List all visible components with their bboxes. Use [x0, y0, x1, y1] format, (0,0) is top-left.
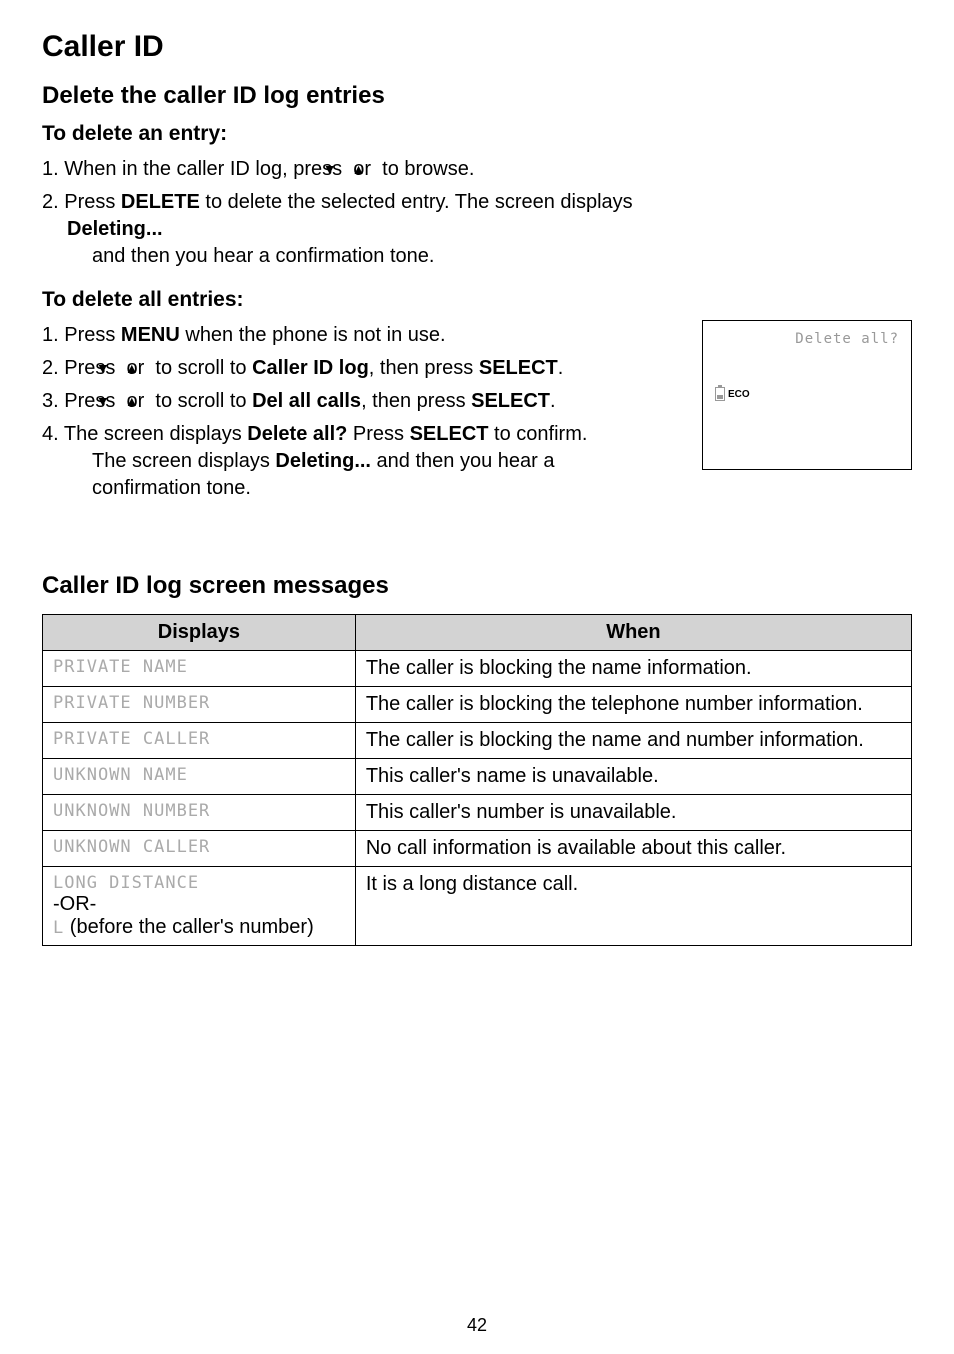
when-cell: The caller is blocking the name informat… — [355, 651, 911, 687]
phone-screen-display: Delete all? ECO — [702, 320, 912, 470]
display-cell: UNKNOWN NAME — [43, 759, 356, 795]
display-cell: PRIVATE CALLER — [43, 723, 356, 759]
when-cell: This caller's number is unavailable. — [355, 795, 911, 831]
delete-entry-step-1: 1. When in the caller ID log, press ▼ or… — [42, 156, 682, 183]
table-row: UNKNOWN NAME This caller's name is unava… — [43, 759, 912, 795]
display-cell: PRIVATE NAME — [43, 651, 356, 687]
table-header-row: Displays When — [43, 615, 912, 651]
delete-all-step-4: 4. The screen displays Delete all? Press… — [42, 421, 682, 502]
table-row: PRIVATE NAME The caller is blocking the … — [43, 651, 912, 687]
eco-label: ECO — [728, 389, 750, 400]
screen-messages-table: Displays When PRIVATE NAME The caller is… — [42, 614, 912, 946]
delete-entry-step-2: 2. Press DELETE to delete the selected e… — [42, 189, 682, 270]
text: , then press — [361, 390, 471, 412]
text-bold: SELECT — [410, 423, 489, 445]
display-lcd-line1: LONG DISTANCE — [53, 873, 345, 893]
text: 2. Press — [42, 191, 121, 213]
delete-entry-subheading: To delete an entry: — [42, 122, 912, 146]
text: . — [558, 357, 564, 379]
text: to confirm. — [489, 423, 588, 445]
text: when the phone is not in use. — [180, 324, 446, 346]
screen-messages-heading: Caller ID log screen messages — [42, 572, 912, 600]
text: Press — [347, 423, 409, 445]
delete-all-step-1: 1. Press MENU when the phone is not in u… — [42, 322, 682, 349]
page-title: Caller ID — [42, 30, 912, 64]
text-bold: Delete all? — [247, 423, 347, 445]
when-cell: It is a long distance call. — [355, 867, 911, 946]
display-cell: LONG DISTANCE -OR- L (before the caller'… — [43, 867, 356, 946]
text: The screen displays Deleting... and then… — [67, 448, 682, 475]
text: and then you hear a — [371, 450, 554, 472]
when-cell: The caller is blocking the name and numb… — [355, 723, 911, 759]
display-line3: L (before the caller's number) — [53, 916, 345, 939]
text: to scroll to — [150, 390, 252, 412]
table-row: PRIVATE NUMBER The caller is blocking th… — [43, 687, 912, 723]
text: , then press — [369, 357, 479, 379]
table-row: LONG DISTANCE -OR- L (before the caller'… — [43, 867, 912, 946]
table-row: UNKNOWN CALLER No call information is av… — [43, 831, 912, 867]
when-cell: The caller is blocking the telephone num… — [355, 687, 911, 723]
text: 1. Press — [42, 324, 121, 346]
lcd-l: L — [53, 918, 64, 938]
screen-delete-all-text: Delete all? — [715, 331, 899, 347]
text-bold: Deleting... — [275, 450, 371, 472]
delete-all-subheading: To delete all entries: — [42, 288, 912, 312]
delete-log-heading: Delete the caller ID log entries — [42, 82, 912, 110]
when-cell: This caller's name is unavailable. — [355, 759, 911, 795]
text-bold: DELETE — [121, 191, 200, 213]
eco-indicator: ECO — [715, 387, 899, 401]
page-number: 42 — [0, 1315, 954, 1336]
display-or-line: -OR- — [53, 893, 345, 916]
text: 1. When in the caller ID log, press — [42, 158, 348, 180]
display-cell: PRIVATE NUMBER — [43, 687, 356, 723]
text-bold: Caller ID log — [252, 357, 369, 379]
text: to browse. — [377, 158, 475, 180]
delete-all-steps: 1. Press MENU when the phone is not in u… — [42, 322, 682, 502]
text: to scroll to — [150, 357, 252, 379]
when-cell: No call information is available about t… — [355, 831, 911, 867]
text-bold: MENU — [121, 324, 180, 346]
display-cell: UNKNOWN NUMBER — [43, 795, 356, 831]
text: . — [550, 390, 556, 412]
delete-all-step-3: 3. Press ▼ or ▲ to scroll to Del all cal… — [42, 388, 682, 415]
text: and then you hear a confirmation tone. — [67, 243, 682, 270]
text-bold: SELECT — [479, 357, 558, 379]
text: confirmation tone. — [67, 475, 682, 502]
header-when: When — [355, 615, 911, 651]
table-row: UNKNOWN NUMBER This caller's number is u… — [43, 795, 912, 831]
text: The screen displays — [92, 450, 275, 472]
text-bold: Del all calls — [252, 390, 361, 412]
display-cell: UNKNOWN CALLER — [43, 831, 356, 867]
battery-icon — [715, 387, 725, 401]
text-bold: Deleting... — [67, 218, 163, 240]
text-bold: SELECT — [471, 390, 550, 412]
text: to delete the selected entry. The screen… — [200, 191, 633, 213]
table-row: PRIVATE CALLER The caller is blocking th… — [43, 723, 912, 759]
delete-all-step-2: 2. Press ▼ or ▲ to scroll to Caller ID l… — [42, 355, 682, 382]
text: (before the caller's number) — [64, 916, 313, 938]
text: 4. The screen displays — [42, 423, 247, 445]
delete-entry-steps: 1. When in the caller ID log, press ▼ or… — [42, 156, 682, 270]
header-displays: Displays — [43, 615, 356, 651]
